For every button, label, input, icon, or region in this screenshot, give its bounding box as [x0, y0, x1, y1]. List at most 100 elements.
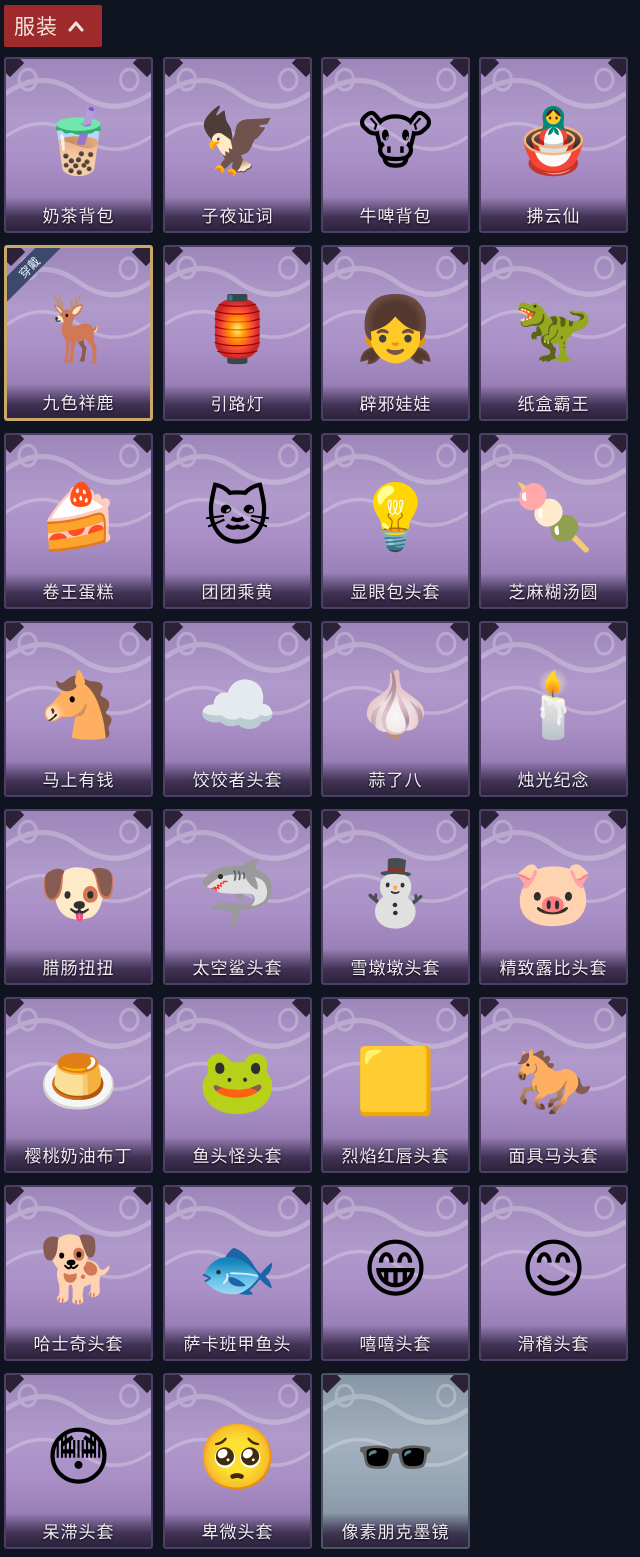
- card-label-bar: 拂云仙: [481, 197, 626, 231]
- costume-card[interactable]: 🐎 面具马头套: [479, 997, 628, 1173]
- card-label-bar: 烛光纪念: [481, 761, 626, 795]
- costume-card[interactable]: 🧄 蒜了八: [321, 621, 470, 797]
- costume-card[interactable]: 🧋 奶茶背包: [4, 57, 153, 233]
- fish-head-icon: 🐸: [197, 1044, 278, 1119]
- card-label-bar: 饺饺者头套: [165, 761, 310, 795]
- costume-card[interactable]: 🦅 子夜证词: [163, 57, 312, 233]
- costume-card[interactable]: 🍡 芝麻糊汤圆: [479, 433, 628, 609]
- costume-card[interactable]: 🐷 精致露比头套: [479, 809, 628, 985]
- costume-card[interactable]: 😳 呆滞头套: [4, 1373, 153, 1549]
- cloud-fairy-charm-icon: 🪆: [513, 104, 594, 179]
- costume-name: 精致露比头套: [499, 958, 608, 979]
- pikachu-mask-icon: 🟨: [355, 1044, 436, 1119]
- costume-name: 芝麻糊汤圆: [508, 582, 599, 603]
- costume-card[interactable]: 🐱 团团乘黄: [163, 433, 312, 609]
- costume-card[interactable]: 😊 滑稽头套: [479, 1185, 628, 1361]
- costume-card[interactable]: 🕶️ 像素朋克墨镜: [321, 1373, 470, 1549]
- costume-name: 卑微头套: [201, 1522, 274, 1543]
- lightbulb-head-icon: 💡: [355, 480, 436, 555]
- costume-card[interactable]: 😁 嘻嘻头套: [321, 1185, 470, 1361]
- costume-name: 嘻嘻头套: [359, 1334, 432, 1355]
- roll-cake-icon: 🍰: [38, 480, 119, 555]
- card-label-bar: 鱼头怪头套: [165, 1137, 310, 1171]
- card-label-bar: 呆滞头套: [6, 1513, 151, 1547]
- costume-name: 萨卡班甲鱼头: [183, 1334, 292, 1355]
- chevron-up-icon: [68, 17, 86, 35]
- equipped-badge: 穿戴: [7, 248, 61, 302]
- costume-name: 雪墩墩头套: [350, 958, 441, 979]
- card-label-bar: 精致露比头套: [481, 949, 626, 983]
- costume-card[interactable]: ⛄ 雪墩墩头套: [321, 809, 470, 985]
- costume-card[interactable]: 🍰 卷王蛋糕: [4, 433, 153, 609]
- card-label-bar: 纸盒霸王: [481, 385, 626, 419]
- costume-name: 呆滞头套: [42, 1522, 115, 1543]
- costume-card[interactable]: 🐴 马上有钱: [4, 621, 153, 797]
- costume-name: 太空鲨头套: [192, 958, 283, 979]
- costume-name: 牛啤背包: [359, 206, 432, 227]
- card-label-bar: 樱桃奶油布丁: [6, 1137, 151, 1171]
- costume-name: 辟邪娃娃: [359, 394, 432, 415]
- card-label-bar: 卷王蛋糕: [6, 573, 151, 607]
- costume-card[interactable]: ☁️ 饺饺者头套: [163, 621, 312, 797]
- costume-name: 团团乘黄: [201, 582, 274, 603]
- cloud-head-icon: ☁️: [197, 668, 278, 743]
- card-label-bar: 像素朋克墨镜: [323, 1513, 468, 1547]
- costume-name: 蒜了八: [368, 770, 423, 791]
- milk-tea-icon: 🧋: [38, 104, 119, 179]
- blank-stare-head-icon: 😳: [45, 1420, 112, 1495]
- card-label-bar: 萨卡班甲鱼头: [165, 1325, 310, 1359]
- costume-card[interactable]: 🐸 鱼头怪头套: [163, 997, 312, 1173]
- section-title: 服装: [14, 15, 58, 39]
- costume-name: 显眼包头套: [350, 582, 441, 603]
- costume-name: 纸盒霸王: [517, 394, 590, 415]
- grinning-face-head-icon: 😁: [362, 1232, 429, 1307]
- costume-card[interactable]: 🏮 引路灯: [163, 245, 312, 421]
- card-label-bar: 团团乘黄: [165, 573, 310, 607]
- costume-card[interactable]: 💡 显眼包头套: [321, 433, 470, 609]
- costume-name: 烛光纪念: [517, 770, 590, 791]
- costume-name: 哈士奇头套: [33, 1334, 124, 1355]
- costume-card[interactable]: 🐮 牛啤背包: [321, 57, 470, 233]
- costume-name: 马上有钱: [42, 770, 115, 791]
- costume-card[interactable]: 🥺 卑微头套: [163, 1373, 312, 1549]
- costume-card[interactable]: 🍮 樱桃奶油布丁: [4, 997, 153, 1173]
- doll-head-icon: 👧: [355, 292, 436, 367]
- funny-face-head-icon: 😊: [520, 1232, 587, 1307]
- section-header-costume[interactable]: 服装: [4, 5, 102, 47]
- fluffy-cat-head-icon: 🐱: [204, 480, 271, 555]
- card-label-bar: 蒜了八: [323, 761, 468, 795]
- costume-card[interactable]: 🐕 哈士奇头套: [4, 1185, 153, 1361]
- horse-mask-icon: 🐎: [513, 1044, 594, 1119]
- equipped-badge-label: 穿戴: [15, 253, 43, 281]
- lantern-icon: 🏮: [197, 292, 278, 367]
- card-label-bar: 滑稽头套: [481, 1325, 626, 1359]
- dachshund-head-icon: 🐶: [38, 856, 119, 931]
- card-label-bar: 显眼包头套: [323, 573, 468, 607]
- shark-head-icon: 🦈: [197, 856, 278, 931]
- costume-card[interactable]: 🟨 烈焰红唇头套: [321, 997, 470, 1173]
- card-label-bar: 太空鲨头套: [165, 949, 310, 983]
- card-label-bar: 引路灯: [165, 385, 310, 419]
- costume-name: 烈焰红唇头套: [341, 1146, 450, 1167]
- sacabambaspis-head-icon: 🐟: [197, 1232, 278, 1307]
- beer-barrel-icon: 🐮: [357, 104, 434, 179]
- costume-card[interactable]: 🦖 纸盒霸王: [479, 245, 628, 421]
- costume-name: 腊肠扭扭: [42, 958, 115, 979]
- costume-card[interactable]: 🪆 拂云仙: [479, 57, 628, 233]
- husky-head-icon: 🐕: [38, 1232, 119, 1307]
- horse-head-icon: 🐴: [38, 668, 119, 743]
- card-label-bar: 烈焰红唇头套: [323, 1137, 468, 1171]
- plague-doctor-icon: 🦅: [197, 104, 278, 179]
- pudding-head-icon: 🍮: [38, 1044, 119, 1119]
- costume-card[interactable]: 🐟 萨卡班甲鱼头: [163, 1185, 312, 1361]
- costume-card[interactable]: 🦌 穿戴 九色祥鹿: [4, 245, 153, 421]
- card-label-bar: 哈士奇头套: [6, 1325, 151, 1359]
- costume-name: 九色祥鹿: [42, 393, 115, 414]
- costume-card[interactable]: 🐶 腊肠扭扭: [4, 809, 153, 985]
- costume-card[interactable]: 🦈 太空鲨头套: [163, 809, 312, 985]
- costume-name: 卷王蛋糕: [42, 582, 115, 603]
- card-label-bar: 面具马头套: [481, 1137, 626, 1171]
- costume-card[interactable]: 🕯️ 烛光纪念: [479, 621, 628, 797]
- costume-card[interactable]: 👧 辟邪娃娃: [321, 245, 470, 421]
- card-label-bar: 辟邪娃娃: [323, 385, 468, 419]
